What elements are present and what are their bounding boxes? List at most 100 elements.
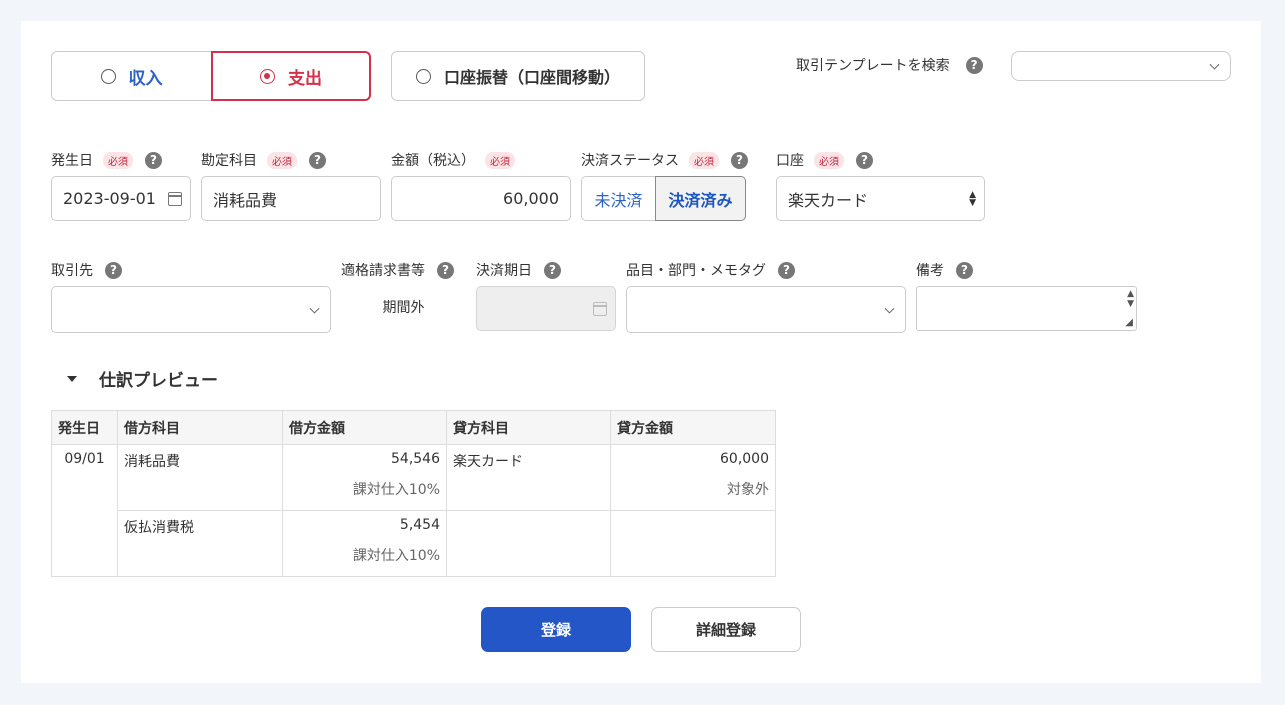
date-label-row: 発生日 必須 ?: [51, 150, 162, 170]
debit-tax: 課対仕入10%: [352, 482, 440, 498]
account-item-label-row: 勘定科目 必須 ?: [201, 150, 326, 170]
tags-select[interactable]: [626, 286, 906, 333]
preview-title: 仕訳プレビュー: [99, 371, 218, 391]
amount-label-row: 金額（税込） 必須: [391, 150, 527, 170]
help-icon[interactable]: ?: [731, 151, 748, 169]
partner-label-row: 取引先 ?: [51, 260, 122, 280]
debit-tax: 課対仕入10%: [352, 548, 440, 564]
account-item-label: 勘定科目: [201, 153, 257, 169]
chevron-down-icon: [884, 303, 895, 314]
required-badge: 必須: [103, 151, 133, 169]
header-date: 発生日: [51, 410, 118, 445]
tags-label: 品目・部門・メモタグ: [626, 263, 766, 279]
help-icon[interactable]: ?: [544, 261, 561, 279]
form-card: [21, 21, 1261, 683]
debit-amount-cell: 5,454 課対仕入10%: [282, 510, 447, 577]
debit-item: 仮払消費税: [117, 510, 283, 577]
table-header-row: 発生日 借方科目 借方金額 貸方科目 貸方金額: [51, 410, 776, 445]
wallet-label: 口座: [776, 153, 804, 169]
resize-handle-icon[interactable]: ◢: [1125, 317, 1133, 328]
expense-label: 支出: [288, 68, 322, 89]
income-radio-button[interactable]: 収入: [51, 51, 212, 101]
row-date: 09/01: [51, 444, 118, 577]
amount-label: 金額（税込）: [391, 153, 475, 169]
transfer-label: 口座振替（口座間移動）: [443, 68, 620, 87]
invoice-value: 期間外: [382, 300, 425, 316]
help-icon[interactable]: ?: [309, 151, 326, 169]
date-value: 2023-09-01: [63, 189, 156, 208]
due-date-input: [476, 286, 616, 331]
table-row: 仮払消費税 5,454 課対仕入10%: [52, 510, 776, 577]
credit-item: 楽天カード: [446, 444, 611, 511]
calendar-icon: [593, 301, 607, 316]
credit-amount: [610, 510, 776, 577]
tags-label-row: 品目・部門・メモタグ ?: [626, 260, 795, 280]
preview-toggle[interactable]: 仕訳プレビュー: [67, 366, 218, 391]
credit-amount-cell: 60,000 対象外: [610, 444, 776, 511]
header-debit-item: 借方科目: [117, 410, 283, 445]
required-badge: 必須: [267, 151, 297, 169]
template-search-select[interactable]: [1011, 51, 1231, 81]
debit-amount: 54,546: [391, 451, 440, 467]
due-date-label: 決済期日: [476, 263, 532, 279]
wallet-label-row: 口座 必須 ?: [776, 150, 873, 170]
invoice-label: 適格請求書等: [341, 263, 425, 279]
account-item-input[interactable]: 消耗品費: [201, 176, 381, 221]
date-label: 発生日: [51, 153, 93, 169]
memo-label: 備考: [916, 263, 944, 279]
help-icon[interactable]: ?: [437, 261, 454, 279]
required-badge: 必須: [485, 151, 515, 169]
calendar-icon[interactable]: [168, 191, 182, 206]
radio-off-icon: [100, 68, 116, 84]
debit-item: 消耗品費: [117, 444, 283, 511]
partner-label: 取引先: [51, 263, 93, 279]
help-icon[interactable]: ?: [856, 151, 873, 169]
caret-down-icon: [67, 375, 77, 382]
credit-tax: 対象外: [727, 482, 769, 498]
header-credit-item: 貸方科目: [446, 410, 611, 445]
wallet-select[interactable]: 楽天カード ▲ ▼: [776, 176, 985, 221]
help-icon[interactable]: ?: [956, 261, 973, 279]
account-item-value: 消耗品費: [213, 190, 278, 210]
help-icon[interactable]: ?: [105, 261, 122, 279]
unsettled-button[interactable]: 未決済: [581, 176, 655, 221]
chevron-down-icon: [1209, 59, 1220, 70]
partner-select[interactable]: [51, 286, 331, 333]
debit-amount: 5,454: [399, 517, 440, 533]
credit-item: [446, 510, 611, 577]
invoice-label-row: 適格請求書等 ?: [341, 260, 454, 280]
register-button[interactable]: 登録: [481, 607, 631, 652]
expense-radio-button[interactable]: 支出: [211, 51, 371, 101]
required-badge: 必須: [689, 151, 719, 169]
table-row: 09/01 消耗品費 54,546 課対仕入10% 楽天カード 60,000 対…: [51, 444, 776, 577]
memo-textarea[interactable]: ▲ ▼ ◢: [916, 286, 1137, 331]
select-arrows-icon: ▲ ▼: [969, 189, 976, 208]
required-badge: 必須: [814, 151, 844, 169]
settled-button[interactable]: 決済済み: [655, 176, 746, 221]
settlement-label-row: 決済ステータス 必須 ?: [581, 150, 748, 170]
debit-amount-cell: 54,546 課対仕入10%: [282, 444, 447, 511]
transfer-radio-button[interactable]: 口座振替（口座間移動）: [391, 51, 645, 101]
template-search-label: 取引テンプレートを検索: [796, 58, 950, 74]
income-label: 収入: [128, 68, 163, 89]
date-input[interactable]: 2023-09-01: [51, 176, 191, 221]
chevron-down-icon: [309, 303, 320, 314]
credit-amount: 60,000: [720, 451, 769, 467]
help-icon[interactable]: ?: [965, 56, 983, 74]
journal-preview-table: 発生日 借方科目 借方金額 貸方科目 貸方金額 09/01 消耗品費 54,54…: [51, 410, 776, 577]
settlement-status-label: 決済ステータス: [581, 153, 679, 169]
amount-value: 60,000: [503, 189, 559, 208]
amount-input[interactable]: 60,000: [391, 176, 571, 221]
memo-label-row: 備考 ?: [916, 260, 973, 280]
template-search-label-row: 取引テンプレートを検索 ?: [796, 55, 983, 75]
wallet-value: 楽天カード: [788, 190, 869, 210]
header-credit-amount: 貸方金額: [610, 410, 776, 445]
header-debit-amount: 借方金額: [282, 410, 447, 445]
settlement-status-toggle: 未決済 決済済み: [581, 176, 746, 221]
due-date-label-row: 決済期日 ?: [476, 260, 561, 280]
help-icon[interactable]: ?: [778, 261, 795, 279]
radio-off-icon: [415, 68, 431, 84]
help-icon[interactable]: ?: [145, 151, 162, 169]
spinner-arrows-icon[interactable]: ▲ ▼: [1127, 289, 1134, 309]
detail-register-button[interactable]: 詳細登録: [651, 607, 801, 652]
